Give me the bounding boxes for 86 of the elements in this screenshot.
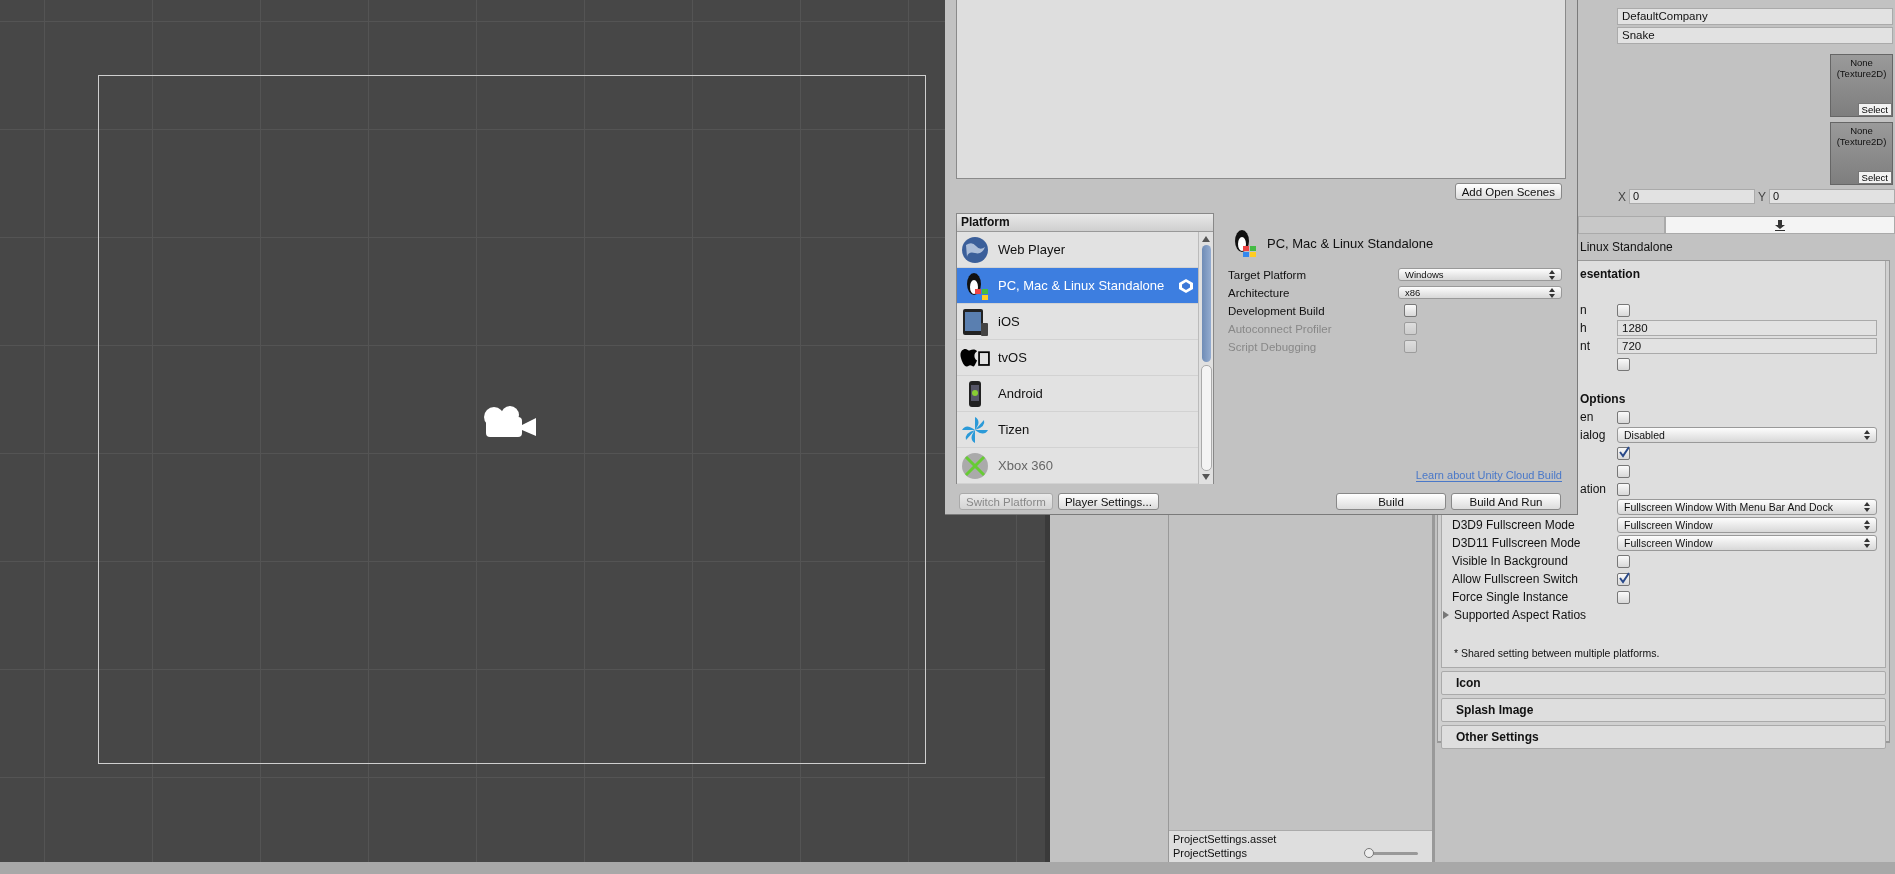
slot-label: None (Texture2D) <box>1835 124 1888 147</box>
texture-slot[interactable]: None (Texture2D) Select <box>1830 54 1893 117</box>
checkbox[interactable] <box>1617 303 1630 317</box>
y-label: Y <box>1758 189 1766 204</box>
dialog-button[interactable]: Player Settings... <box>1057 493 1159 510</box>
shared-setting-note: * Shared setting between multiple platforms. <box>1453 646 1661 659</box>
number-field[interactable]: 1280 <box>1617 320 1877 336</box>
updown-arrows-icon <box>1864 520 1870 530</box>
platform-title: Linux Standalone <box>1580 240 1673 254</box>
asset-name: ProjectSettings <box>1173 847 1247 859</box>
option-label: Architecture <box>1228 286 1291 299</box>
slot-label: None (Texture2D) <box>1835 56 1888 79</box>
setting-label: nt <box>1580 339 1590 353</box>
option-label: Autoconnect Profiler <box>1228 322 1333 335</box>
dialog-button[interactable]: Build And Run <box>1451 493 1561 510</box>
select-button[interactable]: Select <box>1857 171 1892 184</box>
platform-header: Platform <box>957 214 1213 232</box>
platform-detail-title: PC, Mac & Linux Standalone <box>1267 235 1434 251</box>
product-field[interactable]: Snake <box>1617 27 1893 44</box>
section-header[interactable]: Splash Image <box>1441 698 1886 722</box>
globe-icon <box>960 234 990 265</box>
setting-label: Force Single Instance <box>1452 590 1569 604</box>
option-label: Target Platform <box>1228 268 1307 281</box>
platform-item[interactable]: Android <box>957 376 1198 412</box>
platform-item[interactable]: tvOS <box>957 340 1198 376</box>
x-sphere-icon <box>960 450 990 481</box>
tv-icon <box>960 348 990 367</box>
platform-item[interactable]: Tizen <box>957 412 1198 448</box>
section-header[interactable]: Other Settings <box>1441 725 1886 749</box>
section-heading: Options <box>1580 392 1626 406</box>
asset-path: ProjectSettings.asset <box>1173 833 1278 845</box>
dropdown[interactable]: Fullscreen Window <box>1617 517 1877 533</box>
dropdown[interactable]: Fullscreen Window <box>1617 535 1877 551</box>
tablet-icon <box>960 306 990 337</box>
setting-label: D3D11 Fullscreen Mode <box>1452 536 1581 550</box>
select-button[interactable]: Select <box>1857 103 1892 116</box>
updown-arrows-icon <box>1864 430 1870 440</box>
checkbox[interactable] <box>1617 357 1630 371</box>
checkbox[interactable] <box>1404 304 1417 317</box>
company-field[interactable]: DefaultCompany <box>1617 8 1893 25</box>
option-label: Script Debugging <box>1228 340 1318 353</box>
updown-arrows-icon <box>1549 287 1555 298</box>
updown-arrows-icon <box>1864 538 1870 548</box>
pinwheel-icon <box>960 414 990 445</box>
x-field[interactable]: 0 <box>1629 189 1755 204</box>
dropdown[interactable]: Fullscreen Window With Menu Bar And Dock <box>1617 499 1877 515</box>
checkmark-icon <box>1618 571 1630 584</box>
texture-slot[interactable]: None (Texture2D) Select <box>1830 122 1893 185</box>
dialog-button[interactable]: Build <box>1336 493 1446 510</box>
foldout-toggle[interactable]: Supported Aspect Ratios <box>1442 608 1587 622</box>
dropdown[interactable]: Windows <box>1398 268 1562 281</box>
download-icon <box>1775 219 1785 231</box>
scroll-down-icon[interactable] <box>1202 474 1210 480</box>
number-field[interactable]: 720 <box>1617 338 1877 354</box>
setting-label: en <box>1580 410 1594 424</box>
setting-label: Visible In Background <box>1452 554 1568 568</box>
setting-label: D3D9 Fullscreen Mode <box>1452 518 1575 532</box>
updown-arrows-icon <box>1549 269 1555 280</box>
setting-label: Allow Fullscreen Switch <box>1452 572 1579 586</box>
setting-label: h <box>1580 321 1587 335</box>
platform-item[interactable]: Web Player <box>957 232 1198 268</box>
option-label: Development Build <box>1228 304 1326 317</box>
checkbox[interactable] <box>1617 482 1630 496</box>
dropdown[interactable]: Disabled <box>1617 427 1877 443</box>
scroll-up-icon[interactable] <box>1202 236 1210 242</box>
dropdown[interactable]: x86 <box>1398 286 1562 299</box>
section-heading: esentation <box>1580 267 1640 281</box>
add-open-scenes-button[interactable]: Add Open Scenes <box>1454 183 1562 200</box>
section-header[interactable]: Icon <box>1441 671 1886 695</box>
setting-label: ation <box>1580 482 1607 496</box>
x-label: X <box>1618 189 1626 204</box>
checkbox[interactable] <box>1617 410 1630 424</box>
checkmark-icon <box>1618 445 1630 458</box>
checkbox[interactable] <box>1617 554 1630 568</box>
setting-label: n <box>1580 303 1587 317</box>
platform-item[interactable]: iOS <box>957 304 1198 340</box>
checkbox[interactable] <box>1617 446 1630 460</box>
checkbox[interactable] <box>1617 590 1630 604</box>
zoom-slider[interactable] <box>1366 851 1418 855</box>
checkbox[interactable] <box>1617 464 1630 478</box>
y-field[interactable]: 0 <box>1769 189 1895 204</box>
updown-arrows-icon <box>1864 502 1870 512</box>
scrollbar[interactable] <box>1198 232 1213 484</box>
checkbox[interactable] <box>1617 572 1630 586</box>
setting-label: ialog <box>1580 428 1606 442</box>
platform-item[interactable]: PC, Mac & Linux Standalone <box>957 268 1198 304</box>
